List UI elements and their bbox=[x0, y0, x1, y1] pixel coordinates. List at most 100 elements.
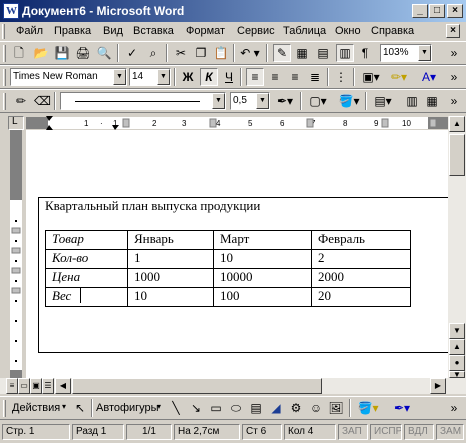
wordart-icon[interactable]: ◢ bbox=[268, 400, 284, 416]
document-table[interactable]: Товар Январь Март Февраль Кол-во 1 10 2 … bbox=[45, 230, 411, 307]
table-cell[interactable]: Март bbox=[213, 230, 312, 250]
cut-icon[interactable]: ✂ bbox=[173, 45, 189, 61]
chevron-down-icon[interactable]: ▼ bbox=[157, 69, 170, 85]
document-page[interactable]: Квартальный план выпуска продукции Товар… bbox=[26, 130, 448, 378]
menu-view[interactable]: Вид bbox=[103, 25, 123, 37]
copy-icon[interactable]: ❐ bbox=[193, 45, 209, 61]
menu-table[interactable]: Таблица bbox=[283, 25, 326, 37]
scroll-down-icon[interactable]: ▼ bbox=[449, 323, 465, 339]
table-cell[interactable]: 20 bbox=[311, 287, 411, 307]
numbering-icon[interactable]: ⋮ bbox=[333, 69, 349, 85]
clip-art-icon[interactable]: ☺ bbox=[308, 400, 324, 416]
table-cell[interactable]: Цена bbox=[45, 268, 128, 288]
previous-page-icon[interactable]: ▲ bbox=[449, 339, 465, 355]
web-view-icon[interactable]: ▭ bbox=[18, 378, 30, 394]
font-color-icon[interactable]: A▾ bbox=[418, 69, 440, 85]
scroll-left-icon[interactable]: ◀ bbox=[55, 378, 71, 394]
maximize-button[interactable]: □ bbox=[429, 4, 445, 18]
bold-button[interactable]: Ж bbox=[180, 69, 196, 85]
menu-gripper[interactable] bbox=[2, 24, 5, 39]
merge-cells-icon[interactable]: ▥ bbox=[404, 93, 420, 109]
chevron-down-icon[interactable]: ▼ bbox=[212, 93, 225, 109]
justify-icon[interactable]: ≣ bbox=[307, 69, 323, 85]
close-button[interactable]: × bbox=[447, 4, 463, 18]
word-doc-icon[interactable]: W bbox=[3, 3, 19, 19]
align-center-icon[interactable]: ≡ bbox=[267, 69, 283, 85]
document-heading[interactable]: Квартальный план выпуска продукции bbox=[45, 198, 260, 214]
menu-window[interactable]: Окно bbox=[335, 25, 361, 37]
status-record[interactable]: ЗАП bbox=[338, 424, 368, 440]
next-page-icon[interactable]: ▼ bbox=[449, 371, 465, 379]
status-track-changes[interactable]: ИСПР bbox=[370, 424, 402, 440]
italic-button[interactable]: К bbox=[200, 68, 218, 86]
picture-icon[interactable]: 🖼 bbox=[328, 400, 344, 416]
chevron-down-icon[interactable]: ▼ bbox=[113, 69, 126, 85]
split-cells-icon[interactable]: ▦ bbox=[424, 93, 440, 109]
border-color-icon[interactable]: ✒▾ bbox=[273, 93, 297, 109]
status-extend[interactable]: ВДЛ bbox=[404, 424, 434, 440]
table-cell[interactable]: 100 bbox=[213, 287, 312, 307]
tab-selector[interactable]: L bbox=[8, 116, 24, 130]
table-cell[interactable]: Кол-во bbox=[45, 249, 128, 269]
toolbar-gripper[interactable] bbox=[3, 400, 6, 417]
arrow-icon[interactable]: ↘ bbox=[188, 400, 204, 416]
table-cell[interactable]: 2 bbox=[311, 249, 411, 269]
table-cell[interactable]: 10 bbox=[213, 249, 312, 269]
spelling-icon[interactable]: ✓ bbox=[124, 45, 140, 61]
doc-close-button[interactable]: × bbox=[446, 24, 460, 38]
align-right-icon[interactable]: ≡ bbox=[287, 69, 303, 85]
toolbar-gripper[interactable] bbox=[3, 69, 6, 86]
diagram-icon[interactable]: ⚙ bbox=[288, 400, 304, 416]
toolbar-options-icon[interactable]: » bbox=[446, 93, 462, 109]
underline-button[interactable]: Ч bbox=[221, 69, 237, 85]
minimize-button[interactable]: _ bbox=[412, 4, 428, 18]
outline-view-icon[interactable]: ☰ bbox=[42, 378, 54, 394]
horizontal-scrollbar[interactable]: ≡ ▭ ▣ ☰ ◀ ▶ bbox=[0, 378, 466, 394]
normal-view-icon[interactable]: ≡ bbox=[6, 378, 18, 394]
select-browse-object-icon[interactable]: ● bbox=[449, 355, 465, 371]
new-document-icon[interactable]: 🗋 bbox=[11, 45, 27, 61]
insert-excel-icon[interactable]: ▤ bbox=[315, 45, 331, 61]
menu-tools[interactable]: Сервис bbox=[237, 25, 275, 37]
fill-color-icon[interactable]: 🪣▾ bbox=[356, 400, 380, 416]
table-cell[interactable]: Январь bbox=[127, 230, 214, 250]
chevron-down-icon[interactable]: ▼ bbox=[256, 93, 269, 109]
paste-icon[interactable]: 📋 bbox=[213, 45, 229, 61]
autoshapes-menu[interactable]: Автофигуры bbox=[96, 402, 159, 414]
table-cell[interactable]: 10 bbox=[127, 287, 214, 307]
line-color-icon[interactable]: ✒▾ bbox=[390, 400, 414, 416]
scroll-thumb[interactable] bbox=[72, 378, 322, 394]
scroll-thumb[interactable] bbox=[449, 134, 465, 176]
table-cell[interactable]: Вес bbox=[45, 287, 128, 307]
menu-file[interactable]: Файл bbox=[16, 25, 43, 37]
shading-color-icon[interactable]: 🪣▾ bbox=[337, 93, 361, 109]
toolbar-options-icon[interactable]: » bbox=[446, 400, 462, 416]
line-weight-combo[interactable]: 0,5 ▼ bbox=[230, 92, 270, 110]
line-icon[interactable]: ╲ bbox=[168, 400, 184, 416]
toolbar-options-icon[interactable]: » bbox=[446, 45, 462, 61]
eraser-icon[interactable]: ⌫ bbox=[34, 93, 51, 109]
table-cell[interactable]: Товар bbox=[45, 230, 128, 250]
table-cell[interactable]: 10000 bbox=[213, 268, 312, 288]
line-style-combo[interactable]: ▼ bbox=[60, 92, 226, 110]
borders-icon[interactable]: ▣▾ bbox=[360, 69, 382, 85]
table-cell[interactable]: 2000 bbox=[311, 268, 411, 288]
show-formatting-icon[interactable]: ¶ bbox=[357, 45, 373, 61]
select-objects-icon[interactable]: ↖ bbox=[72, 400, 88, 416]
toolbar-options-icon[interactable]: » bbox=[446, 69, 462, 85]
save-icon[interactable]: 💾 bbox=[54, 45, 70, 61]
chevron-down-icon[interactable]: ▼ bbox=[418, 45, 431, 61]
font-combo[interactable]: Times New Roman ▼ bbox=[10, 68, 127, 86]
actions-menu[interactable]: Действия bbox=[12, 402, 60, 414]
menu-edit[interactable]: Правка bbox=[54, 25, 91, 37]
vertical-ruler[interactable] bbox=[8, 130, 24, 378]
insert-table-menu-icon[interactable]: ▤▾ bbox=[372, 93, 394, 109]
toolbar-gripper[interactable] bbox=[3, 93, 6, 110]
table-cell[interactable]: 1000 bbox=[127, 268, 214, 288]
print-layout-icon[interactable]: ▣ bbox=[30, 378, 42, 394]
align-left-icon[interactable]: ≡ bbox=[246, 68, 264, 86]
scroll-right-icon[interactable]: ▶ bbox=[430, 378, 446, 394]
toolbar-gripper[interactable] bbox=[3, 45, 6, 62]
tables-borders-icon[interactable]: ✎ bbox=[273, 44, 291, 62]
table-cell[interactable]: Февраль bbox=[311, 230, 411, 250]
